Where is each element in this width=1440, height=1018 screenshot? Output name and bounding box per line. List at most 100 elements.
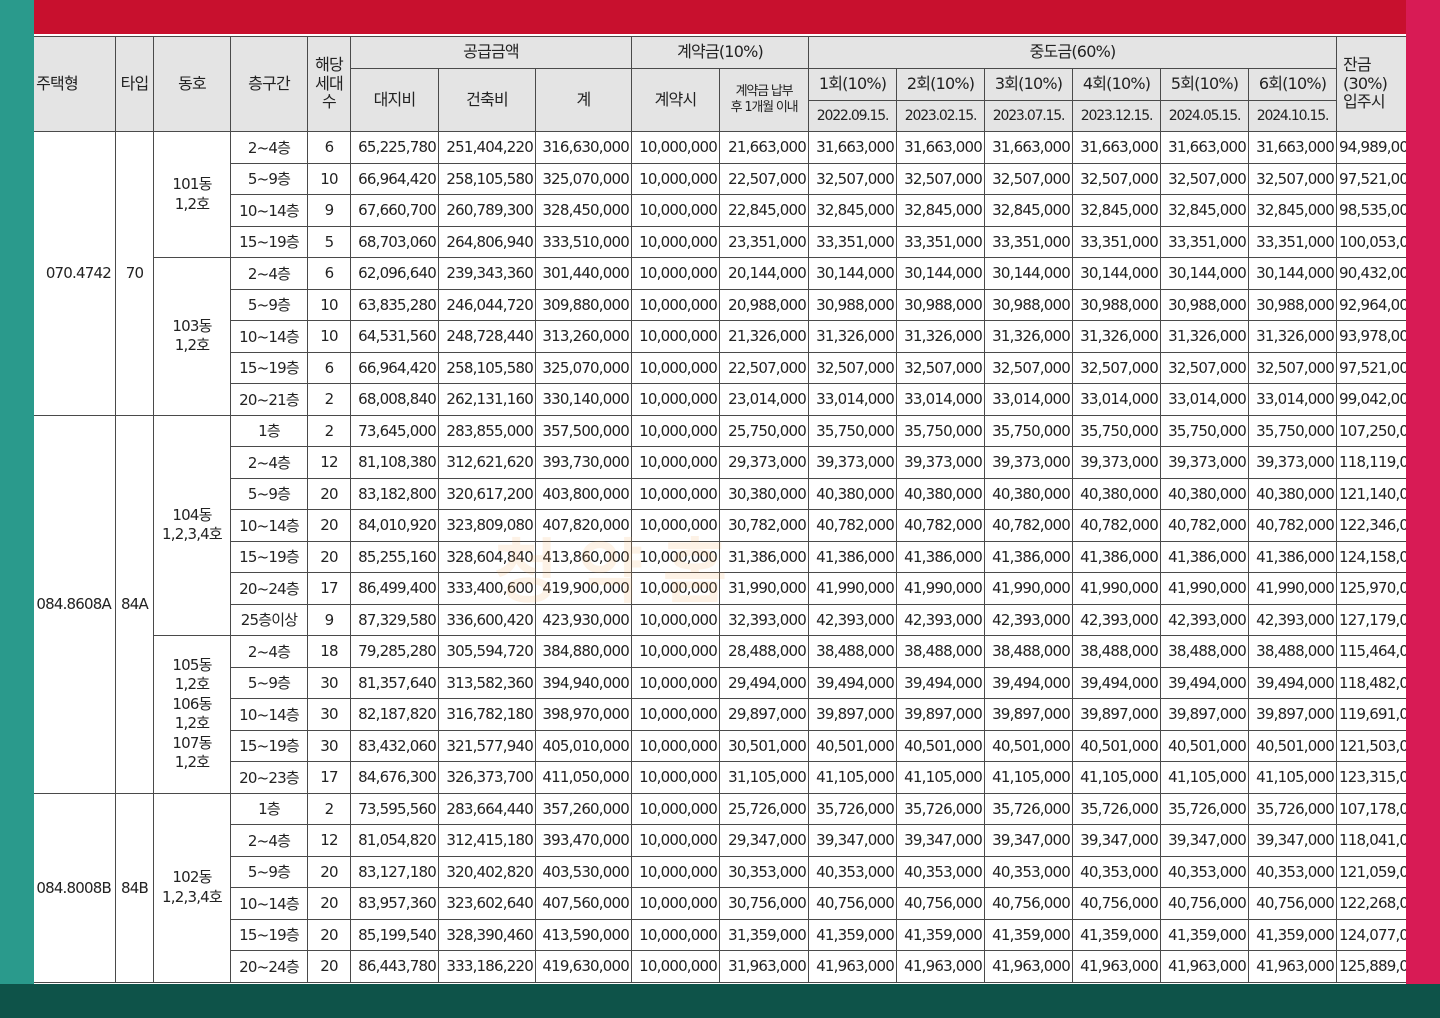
cell-mid-5: 40,756,000 xyxy=(1160,887,1250,920)
cell-mid-3: 42,393,000 xyxy=(984,603,1074,636)
cell-mid-4: 39,347,000 xyxy=(1072,824,1162,857)
cell-mid-3: 41,105,000 xyxy=(984,761,1074,794)
cell-land: 66,964,420 xyxy=(350,162,439,195)
cell-units: 6 xyxy=(307,351,351,384)
cell-mid-1: 40,501,000 xyxy=(808,729,898,762)
cell-mid-1: 33,014,000 xyxy=(808,383,898,416)
cell-building: 305,594,720 xyxy=(438,635,536,668)
cell-building: 323,602,640 xyxy=(438,887,536,920)
cell-mid-5: 30,988,000 xyxy=(1160,288,1250,321)
header-supply: 공급금액 xyxy=(349,36,633,69)
cell-mid-4: 30,988,000 xyxy=(1072,288,1162,321)
cell-building: 326,373,700 xyxy=(438,761,536,794)
cell-balance: 90,432,000 xyxy=(1336,257,1406,290)
header-contract: 계약금(10%) xyxy=(631,36,810,69)
header-mid-3-date: 2023.07.15. xyxy=(984,100,1074,132)
cell-land: 85,255,160 xyxy=(350,540,439,573)
cell-land: 83,127,180 xyxy=(350,855,439,888)
cell-land: 65,225,780 xyxy=(350,131,439,164)
cell-contract: 10,000,000 xyxy=(631,635,721,668)
cell-mid-2: 30,144,000 xyxy=(896,257,986,290)
cell-mid-2: 40,380,000 xyxy=(896,477,986,510)
cell-mid-3: 41,963,000 xyxy=(984,950,1074,983)
cell-units: 10 xyxy=(307,162,351,195)
cell-mid-3: 41,386,000 xyxy=(984,540,1074,573)
cell-contract-after: 25,750,000 xyxy=(719,414,810,447)
table-row: 20~21층 2 68,008,840 262,131,160 330,140,000 1… xyxy=(34,383,1406,416)
cell-total: 405,010,000 xyxy=(534,729,633,762)
cell-land: 68,703,060 xyxy=(350,225,439,258)
cell-units: 12 xyxy=(307,824,351,857)
cell-mid-4: 41,105,000 xyxy=(1072,761,1162,794)
cell-land: 67,660,700 xyxy=(350,194,439,227)
cell-mid-2: 41,963,000 xyxy=(896,950,986,983)
cell-total: 357,260,000 xyxy=(534,792,633,825)
cell-mid-2: 32,845,000 xyxy=(896,194,986,227)
cell-floor: 2~4층 xyxy=(230,446,308,479)
cell-total: 325,070,000 xyxy=(534,162,633,195)
cell-mid-4: 41,359,000 xyxy=(1072,918,1162,951)
cell-mid-4: 41,963,000 xyxy=(1072,950,1162,983)
cell-mid-3: 40,782,000 xyxy=(984,509,1074,542)
cell-mid-1: 31,326,000 xyxy=(808,320,898,353)
cell-building: 283,855,000 xyxy=(438,414,536,447)
cell-contract-after: 23,014,000 xyxy=(719,383,810,416)
cell-units: 10 xyxy=(307,320,351,353)
cell-units: 20 xyxy=(307,950,351,983)
cell-balance: 125,970,000 xyxy=(1336,572,1406,605)
cell-balance: 123,315,000 xyxy=(1336,761,1406,794)
cell-contract-after: 31,359,000 xyxy=(719,918,810,951)
cell-land: 81,054,820 xyxy=(350,824,439,857)
cell-mid-2: 33,014,000 xyxy=(896,383,986,416)
header-mid-6: 6회(10%) xyxy=(1248,68,1338,101)
cell-dong-ho: 104동 1,2,3,4호 xyxy=(153,414,231,636)
cell-mid-5: 32,507,000 xyxy=(1160,162,1250,195)
cell-building: 323,809,080 xyxy=(438,509,536,542)
cell-mid-2: 42,393,000 xyxy=(896,603,986,636)
cell-contract-after: 29,897,000 xyxy=(719,698,810,731)
cell-mid-6: 32,507,000 xyxy=(1248,351,1338,384)
header-mid-5-date: 2024.05.15. xyxy=(1160,100,1250,132)
cell-units: 9 xyxy=(307,603,351,636)
cell-mid-4: 31,326,000 xyxy=(1072,320,1162,353)
cell-land: 86,443,780 xyxy=(350,950,439,983)
cell-building: 328,390,460 xyxy=(438,918,536,951)
cell-balance: 94,989,000 xyxy=(1336,131,1406,164)
cell-mid-4: 33,351,000 xyxy=(1072,225,1162,258)
cell-units: 30 xyxy=(307,729,351,762)
cell-building: 316,782,180 xyxy=(438,698,536,731)
cell-balance: 97,521,000 xyxy=(1336,351,1406,384)
cell-contract: 10,000,000 xyxy=(631,194,721,227)
cell-land: 63,835,280 xyxy=(350,288,439,321)
cell-units: 20 xyxy=(307,918,351,951)
cell-total: 394,940,000 xyxy=(534,666,633,699)
cell-floor: 5~9층 xyxy=(230,666,308,699)
cell-total: 357,500,000 xyxy=(534,414,633,447)
cell-floor: 5~9층 xyxy=(230,477,308,510)
table-row: 10~14층 20 84,010,920 323,809,080 407,820,000… xyxy=(34,509,1406,542)
header-house-type: 주택형 xyxy=(34,36,116,132)
cell-contract: 10,000,000 xyxy=(631,509,721,542)
cell-mid-2: 41,105,000 xyxy=(896,761,986,794)
cell-contract: 10,000,000 xyxy=(631,792,721,825)
cell-contract: 10,000,000 xyxy=(631,603,721,636)
cell-contract-after: 20,988,000 xyxy=(719,288,810,321)
cell-mid-5: 32,507,000 xyxy=(1160,351,1250,384)
cell-units: 10 xyxy=(307,288,351,321)
cell-mid-6: 40,756,000 xyxy=(1248,887,1338,920)
cell-mid-1: 32,845,000 xyxy=(808,194,898,227)
cell-building: 262,131,160 xyxy=(438,383,536,416)
cell-mid-3: 31,326,000 xyxy=(984,320,1074,353)
cell-mid-3: 33,014,000 xyxy=(984,383,1074,416)
cell-contract-after: 31,105,000 xyxy=(719,761,810,794)
cell-units: 30 xyxy=(307,666,351,699)
header-type: 타입 xyxy=(115,36,154,132)
table-row: 5~9층 10 66,964,420 258,105,580 325,070,000 10… xyxy=(34,162,1406,195)
cell-mid-5: 38,488,000 xyxy=(1160,635,1250,668)
cell-contract: 10,000,000 xyxy=(631,383,721,416)
cell-contract-after: 32,393,000 xyxy=(719,603,810,636)
cell-mid-5: 31,326,000 xyxy=(1160,320,1250,353)
cell-mid-3: 30,988,000 xyxy=(984,288,1074,321)
cell-mid-6: 39,897,000 xyxy=(1248,698,1338,731)
price-table: 주택형 타입 동호 층구간 해당 세대 수 공급금액 계약금(10%) 중도금(… xyxy=(34,36,1406,983)
